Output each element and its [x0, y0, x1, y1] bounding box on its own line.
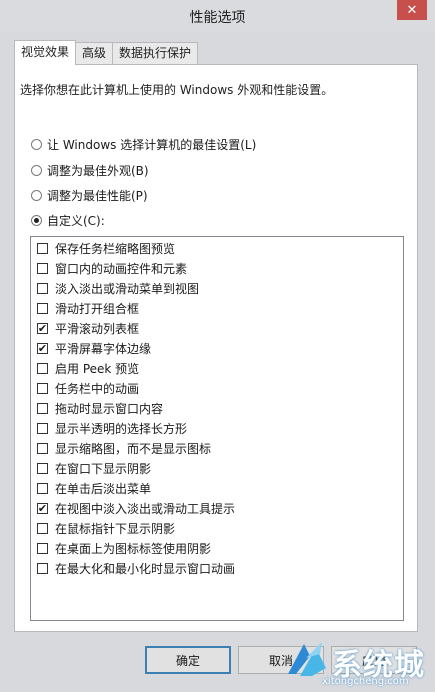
radio-icon [31, 138, 42, 150]
option-label: 显示缩略图，而不是显示图标 [55, 441, 212, 456]
option-icon-label-shadow[interactable]: 在桌面上为图标标签使用阴影 [37, 539, 211, 557]
checkbox-icon [37, 242, 48, 254]
visual-effects-list[interactable]: 保存任务栏缩略图预览 窗口内的动画控件和元素 淡入淡出或滑动菜单到视图 滑动打开… [30, 236, 404, 621]
option-fade-menus[interactable]: 淡入淡出或滑动菜单到视图 [37, 279, 199, 297]
checkbox-icon [37, 482, 48, 494]
option-thumbnails[interactable]: 显示缩略图，而不是显示图标 [37, 439, 211, 457]
checkbox-icon [37, 262, 48, 274]
tab-strip: 视觉效果 高级 数据执行保护 [14, 40, 199, 65]
option-smooth-scroll[interactable]: ✔ 平滑滚动列表框 [37, 319, 139, 337]
option-label: 平滑滚动列表框 [55, 321, 140, 336]
option-label: 平滑屏幕字体边缘 [55, 341, 152, 356]
title-bar: 性能选项 ✕ [0, 0, 435, 31]
radio-icon [31, 189, 42, 201]
checkbox-icon [37, 542, 48, 554]
checkbox-icon [37, 422, 48, 434]
option-fade-after-click[interactable]: 在单击后淡出菜单 [37, 479, 151, 497]
checkbox-icon [37, 302, 48, 314]
checkbox-checked-icon: ✔ [37, 341, 48, 355]
checkbox-icon [37, 462, 48, 474]
checkbox-icon [37, 442, 48, 454]
option-label: 在最大化和最小化时显示窗口动画 [55, 561, 236, 576]
option-label: 在视图中淡入淡出或滑动工具提示 [55, 501, 236, 516]
option-fade-tooltips[interactable]: ✔ 在视图中淡入淡出或滑动工具提示 [37, 499, 235, 517]
radio-selected-icon [31, 214, 42, 226]
option-label: 窗口内的动画控件和元素 [55, 261, 188, 276]
option-label: 显示半透明的选择长方形 [55, 421, 188, 436]
option-label: 任务栏中的动画 [55, 381, 140, 396]
description-text: 选择你想在此计算机上使用的 Windows 外观和性能设置。 [20, 83, 334, 97]
radio-label: 自定义(C): [47, 213, 105, 228]
tab-dep[interactable]: 数据执行保护 [112, 42, 199, 64]
option-label: 启用 Peek 预览 [55, 361, 140, 376]
radio-let-windows-choose[interactable]: 让 Windows 选择计算机的最佳设置(L) [31, 135, 256, 153]
option-translucent-selection[interactable]: 显示半透明的选择长方形 [37, 419, 187, 437]
checkbox-icon [37, 362, 48, 374]
radio-best-performance[interactable]: 调整为最佳性能(P) [31, 186, 148, 204]
option-label: 保存任务栏缩略图预览 [55, 241, 176, 256]
ok-button[interactable]: 确定 [145, 646, 231, 674]
checkbox-checked-icon: ✔ [37, 321, 48, 335]
watermark-logo-icon [288, 642, 326, 676]
option-smooth-fonts[interactable]: ✔ 平滑屏幕字体边缘 [37, 339, 151, 357]
window-title: 性能选项 [189, 10, 246, 26]
option-label: 在单击后淡出菜单 [55, 481, 152, 496]
option-label: 拖动时显示窗口内容 [55, 401, 164, 416]
option-taskbar-animation[interactable]: 任务栏中的动画 [37, 379, 139, 397]
radio-custom[interactable]: 自定义(C): [31, 211, 105, 229]
option-label: 滑动打开组合框 [55, 301, 140, 316]
option-taskbar-thumbnail[interactable]: 保存任务栏缩略图预览 [37, 239, 175, 257]
close-button[interactable]: ✕ [397, 0, 427, 20]
option-min-max-animation[interactable]: 在最大化和最小化时显示窗口动画 [37, 559, 235, 577]
checkbox-icon [37, 562, 48, 574]
option-label: 在鼠标指针下显示阴影 [55, 521, 176, 536]
option-label: 在桌面上为图标标签使用阴影 [55, 541, 212, 556]
option-slide-combo[interactable]: 滑动打开组合框 [37, 299, 139, 317]
checkbox-checked-icon: ✔ [37, 501, 48, 515]
option-drag-contents[interactable]: 拖动时显示窗口内容 [37, 399, 163, 417]
option-label: 淡入淡出或滑动菜单到视图 [55, 281, 200, 296]
checkbox-icon [37, 522, 48, 534]
tab-visual-effects[interactable]: 视觉效果 [14, 40, 77, 65]
option-pointer-shadow[interactable]: 在鼠标指针下显示阴影 [37, 519, 175, 537]
option-label: 在窗口下显示阴影 [55, 461, 152, 476]
radio-label: 调整为最佳性能(P) [47, 188, 148, 203]
tab-advanced[interactable]: 高级 [75, 42, 114, 64]
option-window-shadow[interactable]: 在窗口下显示阴影 [37, 459, 151, 477]
close-icon: ✕ [406, 2, 418, 18]
radio-label: 调整为最佳外观(B) [47, 163, 149, 178]
watermark: 系统城 xitongcheng.com [282, 636, 435, 692]
option-animate-controls[interactable]: 窗口内的动画控件和元素 [37, 259, 187, 277]
option-peek[interactable]: 启用 Peek 预览 [37, 359, 139, 377]
checkbox-icon [37, 382, 48, 394]
radio-icon [31, 164, 42, 176]
checkbox-icon [37, 402, 48, 414]
radio-label: 让 Windows 选择计算机的最佳设置(L) [47, 137, 257, 152]
watermark-url: xitongcheng.com [322, 676, 409, 687]
checkbox-icon [37, 282, 48, 294]
radio-best-appearance[interactable]: 调整为最佳外观(B) [31, 161, 149, 179]
